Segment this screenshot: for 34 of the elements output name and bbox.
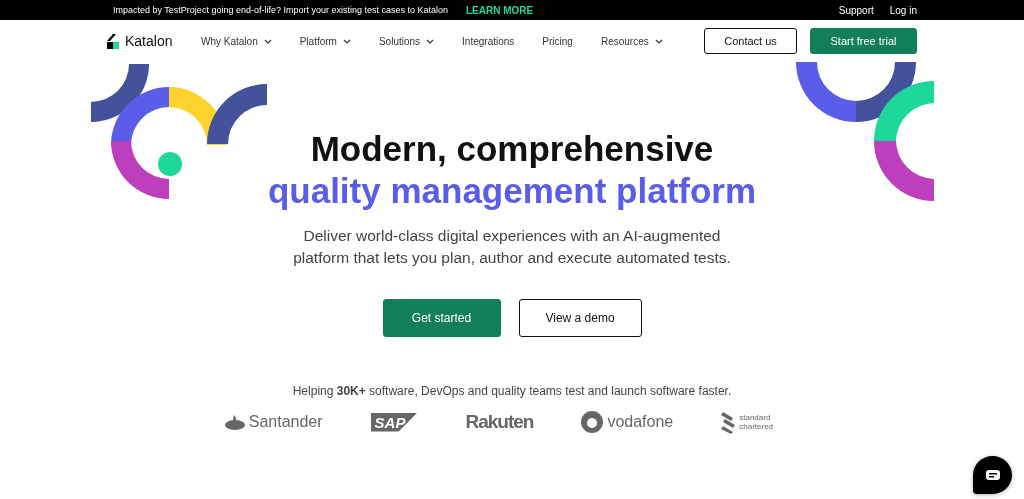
company-logo: Rakuten: [465, 411, 534, 433]
get-started-button[interactable]: Get started: [382, 299, 501, 337]
announcement-text: Impacted by TestProject going end-of-life? Import your existing test cases to Katalon: [113, 5, 448, 15]
nav-item[interactable]: Platform: [299, 35, 351, 47]
company-logo: vodafone: [607, 413, 674, 431]
flame-icon: [224, 414, 245, 430]
customers-text: Helping 30K+ software, DevOps and quality teams test and launch software faster.: [292, 384, 732, 398]
brand-name: Katalon: [125, 33, 173, 49]
company-logo: Santander: [248, 413, 323, 431]
chat-icon: [984, 469, 1001, 481]
top-link[interactable]: Log in: [889, 4, 917, 16]
chevron-down-icon: [426, 38, 435, 44]
hero-title-highlight: quality management platform: [267, 170, 757, 212]
nav-item[interactable]: Solutions: [378, 35, 435, 47]
company-logo: standard chartered: [739, 413, 775, 431]
top-link[interactable]: Support: [838, 4, 874, 16]
demo-button[interactable]: View a demo: [518, 299, 642, 337]
nav-item[interactable]: Why Katalon: [201, 35, 272, 47]
trial-button[interactable]: Start free trial: [810, 28, 917, 54]
chevron-down-icon: [342, 38, 351, 44]
hero-subtitle: Deliver world-class digital experiences with an AI-augmented platform that lets you plan, author and execute automated tests.: [292, 226, 732, 268]
nav-item[interactable]: Resources: [600, 35, 663, 47]
speechmark-icon: [581, 411, 604, 433]
stripes-icon: [721, 410, 736, 434]
nav-item[interactable]: Integrations: [462, 35, 515, 47]
chat-button[interactable]: [973, 456, 1012, 494]
contact-button[interactable]: Contact us: [704, 28, 797, 54]
company-logo: SAP: [370, 412, 418, 432]
hero-title: Modern, comprehensive: [310, 128, 714, 170]
chevron-down-icon: [263, 38, 272, 44]
nav-item[interactable]: Pricing: [542, 35, 573, 47]
logo-icon: [107, 33, 119, 49]
learn-more-link[interactable]: LEARN MORE: [466, 4, 534, 16]
chevron-down-icon: [654, 38, 663, 44]
